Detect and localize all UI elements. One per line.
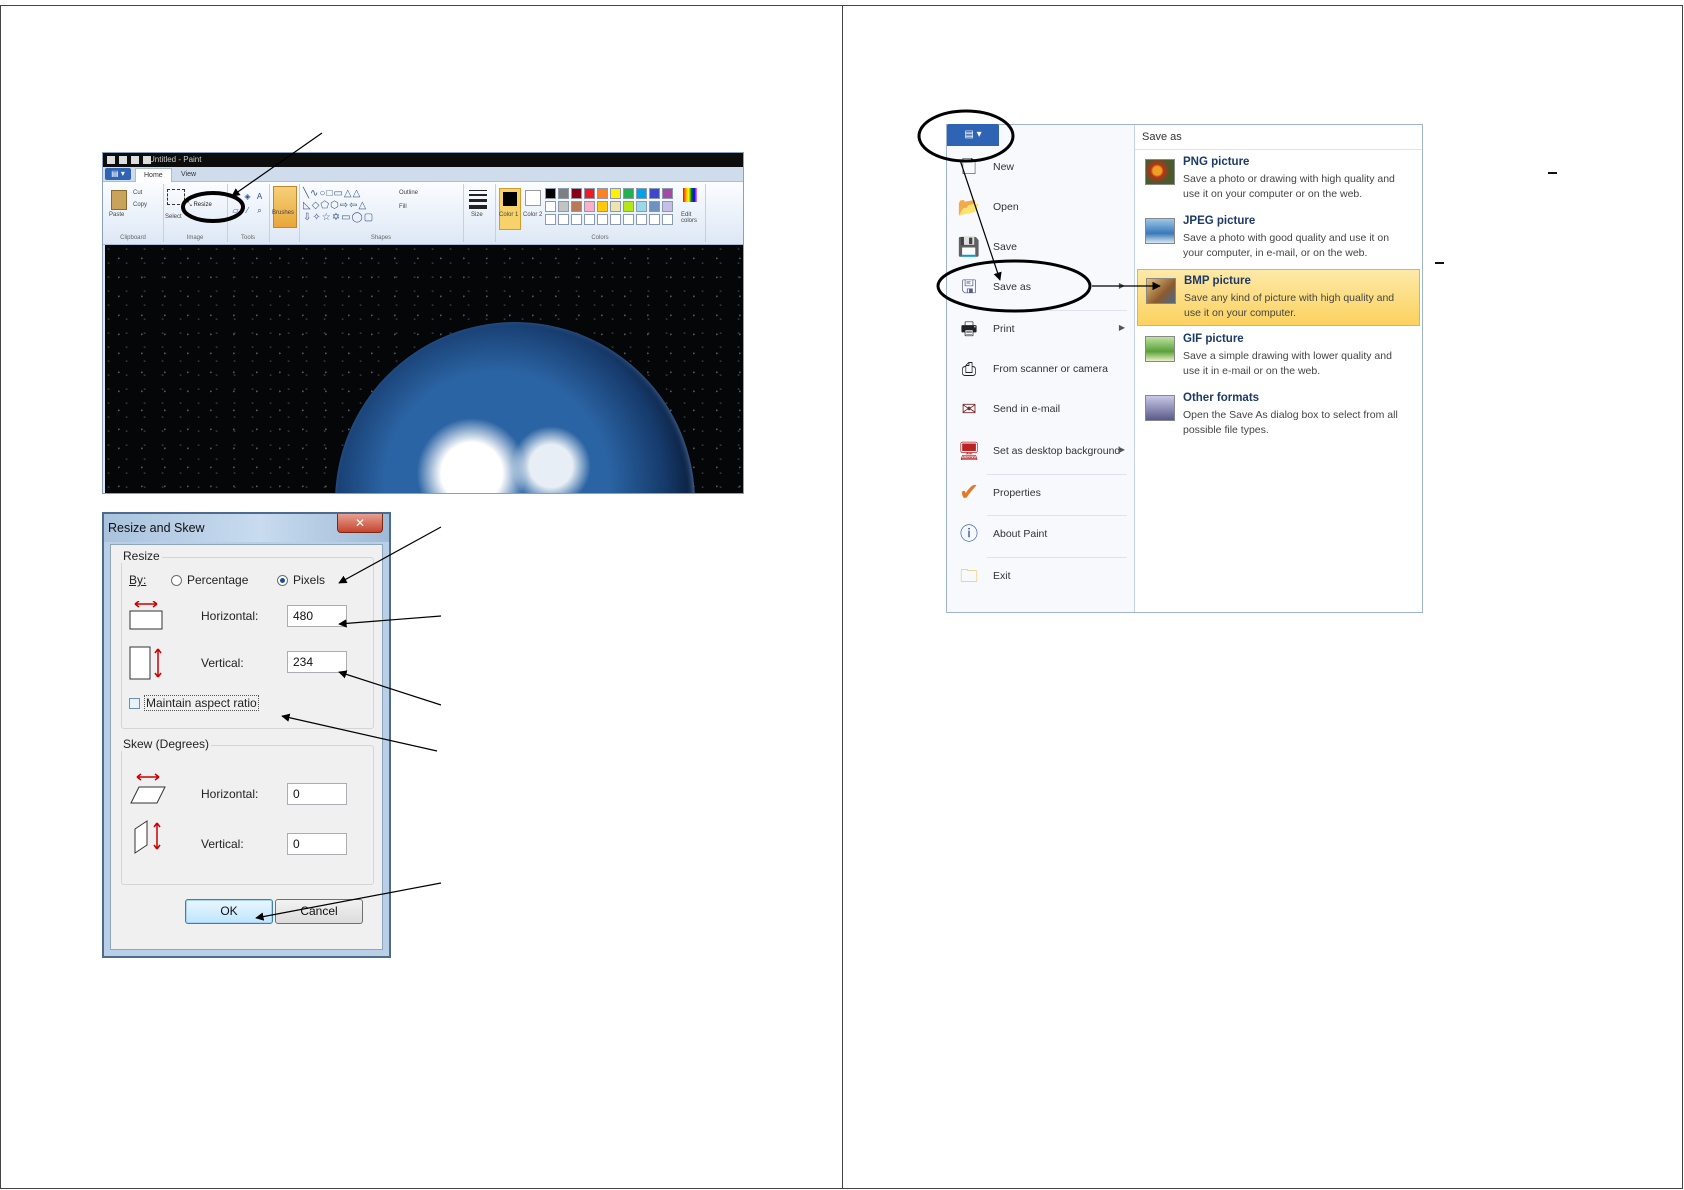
pixels-pointer-arrow <box>338 526 442 584</box>
menu-button-highlight-ellipse <box>917 109 1015 163</box>
resize-pointer-arrow <box>231 132 323 197</box>
aspect-ratio-pointer-arrow <box>281 713 438 752</box>
horizontal-pointer-arrow <box>338 615 442 628</box>
ok-pointer-arrow <box>255 882 442 921</box>
vertical-pointer-arrow <box>338 670 442 706</box>
annotation-overlay <box>181 109 1161 921</box>
resize-highlight-ellipse <box>181 191 245 223</box>
save-as-highlight-ellipse <box>936 259 1092 313</box>
